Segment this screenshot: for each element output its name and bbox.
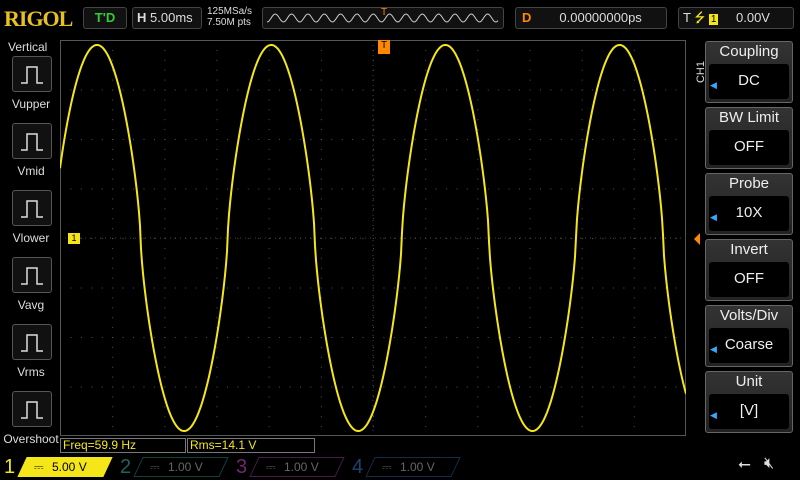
trigger-position-marker: T (381, 7, 388, 18)
acquisition-info: 125MSa/s 7.50M pts (207, 6, 252, 28)
left-arrow-icon: ◀ (710, 344, 717, 354)
trigger-source: 1 (708, 14, 719, 25)
left-menu-label: Vavg (17, 298, 45, 312)
delay-box[interactable]: D 0.00000000ps (515, 7, 667, 29)
freq-measurement[interactable]: Freq=59.9 Hz (60, 438, 186, 453)
h-label: H (137, 10, 147, 25)
trigger-position-marker-main[interactable]: T (378, 40, 390, 54)
dc-coupling-icon: ⎓ (34, 460, 44, 474)
vlower-button[interactable] (12, 190, 52, 226)
vavg-button[interactable] (12, 257, 52, 293)
ch1-offset-marker[interactable]: 1 (68, 233, 80, 244)
left-arrow-icon: ◀ (710, 212, 717, 222)
delay-label: D (522, 10, 532, 25)
left-menu-label: Vrms (17, 365, 45, 379)
usb-icon: ⭠ (738, 456, 751, 473)
menu-title: Volts/Div (719, 307, 779, 324)
channel-scale: 5.00 V (52, 460, 87, 474)
menu-probe[interactable]: Probe 10X ◀ (705, 173, 793, 235)
trigger-label: T (683, 10, 691, 25)
menu-title: Coupling (719, 43, 779, 60)
menu-coupling[interactable]: Coupling DC ◀ (705, 41, 793, 103)
rms-measurement[interactable]: Rms=14.1 V (187, 438, 315, 453)
vrms-button[interactable] (12, 324, 52, 360)
channel-2-button[interactable]: 2 ⎓ 1.00 V (116, 455, 229, 479)
vmid-button[interactable] (12, 123, 52, 159)
menu-title: Probe (728, 175, 770, 192)
vlower-icon (21, 200, 43, 218)
menu-bw-limit[interactable]: BW Limit OFF (705, 107, 793, 169)
menu-value: OFF (709, 130, 789, 165)
channel-3-button[interactable]: 3 ⎓ 1.00 V (232, 455, 345, 479)
overshoot-icon (21, 401, 43, 419)
mute-icon: 🔇︎ (764, 455, 775, 472)
menu-value: Coarse (709, 328, 789, 363)
memory-overview[interactable]: T (262, 7, 504, 29)
vmid-icon (21, 133, 43, 151)
vupper-icon (21, 66, 43, 84)
menu-value: [V] (709, 394, 789, 429)
menu-title: Unit (735, 373, 763, 390)
sample-rate: 125MSa/s (207, 6, 253, 17)
left-menu-title: Vertical (8, 40, 48, 54)
dc-coupling-icon: ⎓ (382, 460, 392, 474)
vupper-button[interactable] (12, 56, 52, 92)
rigol-logo: RIGOL (4, 6, 73, 31)
menu-value: OFF (709, 262, 789, 297)
run-status[interactable]: T'D (83, 7, 127, 29)
vavg-icon (21, 267, 43, 285)
memory-depth: 7.50M pts (207, 17, 251, 28)
menu-invert[interactable]: Invert OFF (705, 239, 793, 301)
channel-number: 4 (352, 456, 364, 478)
vrms-icon (21, 334, 43, 352)
menu-title: BW Limit (719, 109, 779, 126)
menu-value: DC (709, 64, 789, 99)
menu-volts-div[interactable]: Volts/Div Coarse ◀ (705, 305, 793, 367)
waveform-display[interactable] (60, 40, 686, 436)
left-arrow-icon: ◀ (710, 410, 717, 420)
trigger-box[interactable]: T ⭍ 1 0.00V (678, 7, 794, 29)
rising-edge-icon: ⭍ (694, 10, 706, 25)
delay-value: 0.00000000ps (559, 10, 642, 25)
left-menu-label: Overshoot (3, 432, 59, 446)
menu-value: 10X (709, 196, 789, 231)
dc-coupling-icon: ⎓ (266, 460, 276, 474)
timebase-value: 5.00ms (150, 10, 193, 25)
channel-scale: 1.00 V (168, 460, 203, 474)
channel-4-button[interactable]: 4 ⎓ 1.00 V (348, 455, 461, 479)
channel-number: 3 (236, 456, 248, 478)
left-menu-label: Vmid (17, 164, 45, 178)
channel-scale: 1.00 V (400, 460, 435, 474)
left-arrow-icon: ◀ (710, 80, 717, 90)
overshoot-button[interactable] (12, 391, 52, 427)
left-menu-label: Vupper (11, 97, 51, 111)
channel-1-button[interactable]: 1 ⎓ 5.00 V (0, 455, 113, 479)
dc-coupling-icon: ⎓ (150, 460, 160, 474)
left-menu-label: Vlower (12, 231, 50, 245)
channel-scale: 1.00 V (284, 460, 319, 474)
trigger-level-marker[interactable] (688, 233, 700, 245)
menu-title: Invert (730, 241, 768, 258)
timebase-box[interactable]: H 5.00ms (132, 7, 202, 29)
channel-number: 1 (4, 456, 16, 478)
menu-unit[interactable]: Unit [V] ◀ (705, 371, 793, 433)
channel-number: 2 (120, 456, 132, 478)
trigger-level: 0.00V (736, 10, 770, 25)
